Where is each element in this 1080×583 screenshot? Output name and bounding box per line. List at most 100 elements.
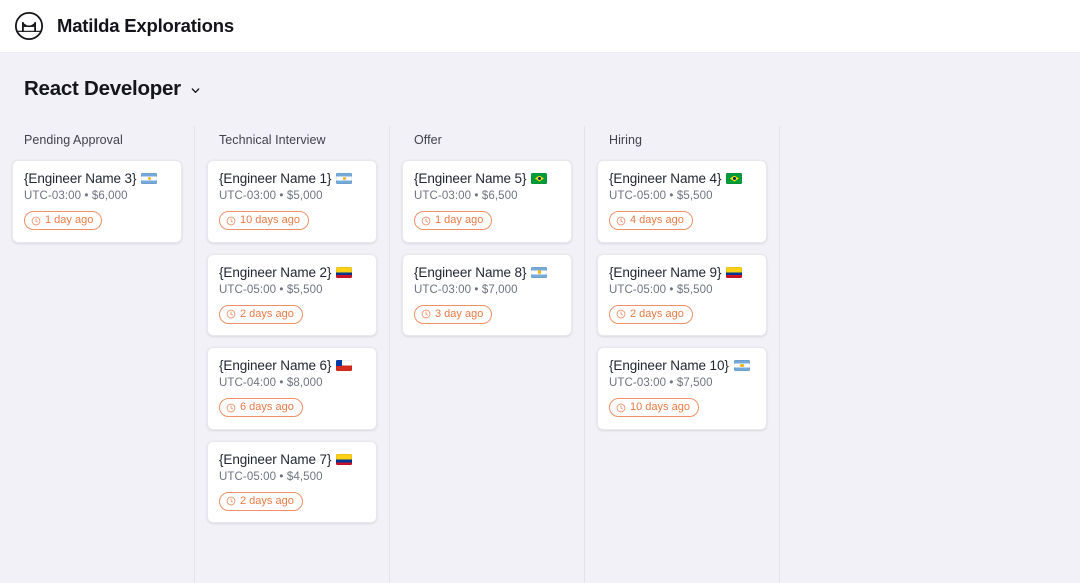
age-badge-label: 2 days ago — [240, 307, 294, 320]
board-column: Offer {Engineer Name 5} UTC-03:00 • $6,500… — [390, 126, 585, 583]
age-badge-label: 1 day ago — [435, 214, 484, 226]
column-card-list: {Engineer Name 3} UTC-03:00 • $6,000 1 day… — [12, 160, 182, 243]
role-selector[interactable]: React Developer — [24, 77, 201, 101]
board-empty-area — [780, 126, 1080, 583]
candidate-name: {Engineer Name 9} — [609, 264, 722, 280]
age-badge: 1 day ago — [414, 211, 493, 230]
candidate-card[interactable]: {Engineer Name 5} UTC-03:00 • $6,500 1 day… — [402, 160, 572, 243]
country-flag-icon — [336, 453, 353, 465]
age-badge-label: 2 days ago — [630, 307, 684, 320]
column-card-list: {Engineer Name 4} UTC-05:00 • $5,500 4 day… — [597, 160, 767, 430]
candidate-card[interactable]: {Engineer Name 9} UTC-05:00 • $5,500 2 day… — [597, 253, 767, 336]
country-flag-icon — [531, 266, 548, 278]
clock-icon — [226, 496, 236, 506]
candidate-meta: UTC-04:00 • $8,000 — [219, 377, 323, 389]
age-badge-label: 10 days ago — [240, 214, 300, 226]
candidate-card[interactable]: {Engineer Name 4} UTC-05:00 • $5,500 4 day… — [597, 160, 767, 243]
age-badge: 1 day ago — [24, 211, 103, 230]
country-flag-icon — [336, 173, 353, 184]
candidate-meta: UTC-05:00 • $4,500 — [219, 470, 323, 483]
candidate-meta: UTC-03:00 • $6,500 — [414, 190, 518, 202]
candidate-name: {Engineer Name 8} — [414, 264, 527, 280]
candidate-title: {Engineer Name 5} — [414, 170, 560, 187]
age-badge: 4 days ago — [609, 211, 693, 230]
country-flag-icon — [726, 173, 743, 184]
country-flag-icon — [141, 173, 158, 184]
candidate-card[interactable]: {Engineer Name 7} UTC-05:00 • $4,500 2 day… — [207, 440, 377, 523]
candidate-meta: UTC-03:00 • $7,500 — [609, 377, 713, 389]
candidate-title: {Engineer Name 9} — [609, 264, 755, 281]
brand-name: Matilda Explorations — [57, 15, 234, 36]
column-card-list: {Engineer Name 5} UTC-03:00 • $6,500 1 day… — [402, 160, 572, 336]
age-badge: 2 days ago — [219, 304, 303, 324]
board-column: Technical Interview {Engineer Name 1} UTC-… — [195, 126, 390, 583]
candidate-name: {Engineer Name 7} — [219, 451, 332, 467]
column-title: Offer — [414, 133, 442, 147]
country-flag-icon — [336, 266, 353, 278]
clock-icon — [226, 216, 236, 225]
candidate-title: {Engineer Name 6} — [219, 357, 365, 374]
age-badge-label: 4 days ago — [630, 214, 684, 226]
age-badge-label: 10 days ago — [630, 401, 690, 413]
clock-icon — [616, 403, 626, 412]
clock-icon — [616, 216, 626, 225]
candidate-meta: UTC-03:00 • $5,000 — [219, 190, 323, 202]
column-card-list: {Engineer Name 1} UTC-03:00 • $5,000 10 da… — [207, 160, 377, 523]
clock-icon — [421, 216, 431, 225]
age-badge: 10 days ago — [609, 398, 699, 417]
column-title: Pending Approval — [24, 133, 123, 147]
clock-icon — [421, 309, 431, 319]
column-title: Hiring — [609, 133, 642, 147]
clock-icon — [226, 309, 236, 319]
age-badge: 3 day ago — [414, 304, 493, 324]
candidate-title: {Engineer Name 10} — [609, 357, 755, 374]
candidate-card[interactable]: {Engineer Name 1} UTC-03:00 • $5,000 10 da… — [207, 160, 377, 243]
candidate-card[interactable]: {Engineer Name 10} UTC-03:00 • $7,500 10 d… — [597, 347, 767, 430]
candidate-name: {Engineer Name 2} — [219, 264, 332, 280]
age-badge-label: 3 day ago — [435, 307, 484, 320]
brand[interactable]: Matilda Explorations — [14, 11, 234, 41]
candidate-title: {Engineer Name 4} — [609, 170, 755, 187]
age-badge: 6 days ago — [219, 398, 303, 417]
kanban-board: Pending Approval {Engineer Name 3} UTC-03:… — [0, 126, 1080, 583]
candidate-card[interactable]: {Engineer Name 2} UTC-05:00 • $5,500 2 day… — [207, 253, 377, 336]
country-flag-icon — [531, 173, 548, 184]
candidate-name: {Engineer Name 3} — [24, 171, 137, 186]
candidate-name: {Engineer Name 5} — [414, 171, 527, 186]
age-badge-label: 6 days ago — [240, 401, 294, 413]
candidate-card[interactable]: {Engineer Name 6} UTC-04:00 • $8,000 6 day… — [207, 347, 377, 430]
page-title: React Developer — [24, 77, 181, 100]
candidate-card[interactable]: {Engineer Name 8} UTC-03:00 • $7,000 3 day… — [402, 253, 572, 336]
app-header: Matilda Explorations — [0, 0, 1080, 53]
candidate-title: {Engineer Name 1} — [219, 170, 365, 187]
board-column: Hiring {Engineer Name 4} UTC-05:00 • $5,50… — [585, 126, 780, 583]
candidate-title: {Engineer Name 7} — [219, 451, 365, 468]
board-column: Pending Approval {Engineer Name 3} UTC-03:… — [0, 126, 195, 583]
candidate-name: {Engineer Name 4} — [609, 171, 722, 186]
country-flag-icon — [336, 360, 353, 371]
age-badge-label: 2 days ago — [240, 494, 294, 507]
candidate-name: {Engineer Name 10} — [609, 358, 729, 373]
matilda-bridge-logo-icon — [14, 11, 44, 41]
country-flag-icon — [733, 360, 750, 371]
candidate-meta: UTC-05:00 • $5,500 — [609, 190, 713, 202]
candidate-meta: UTC-03:00 • $7,000 — [414, 283, 518, 296]
chevron-down-icon[interactable] — [190, 85, 201, 96]
country-flag-icon — [726, 266, 743, 278]
candidate-title: {Engineer Name 3} — [24, 170, 170, 187]
clock-icon — [616, 309, 626, 319]
age-badge-label: 1 day ago — [45, 214, 94, 226]
candidate-card[interactable]: {Engineer Name 3} UTC-03:00 • $6,000 1 day… — [12, 160, 182, 243]
clock-icon — [226, 403, 236, 412]
age-badge: 2 days ago — [609, 304, 693, 324]
candidate-meta: UTC-05:00 • $5,500 — [219, 283, 323, 296]
age-badge: 10 days ago — [219, 211, 309, 230]
candidate-name: {Engineer Name 6} — [219, 358, 332, 373]
clock-icon — [31, 216, 41, 225]
page-head: React Developer — [0, 53, 1080, 101]
candidate-meta: UTC-03:00 • $6,000 — [24, 190, 128, 202]
candidate-title: {Engineer Name 8} — [414, 264, 560, 281]
candidate-name: {Engineer Name 1} — [219, 171, 332, 186]
candidate-title: {Engineer Name 2} — [219, 264, 365, 281]
candidate-meta: UTC-05:00 • $5,500 — [609, 283, 713, 296]
